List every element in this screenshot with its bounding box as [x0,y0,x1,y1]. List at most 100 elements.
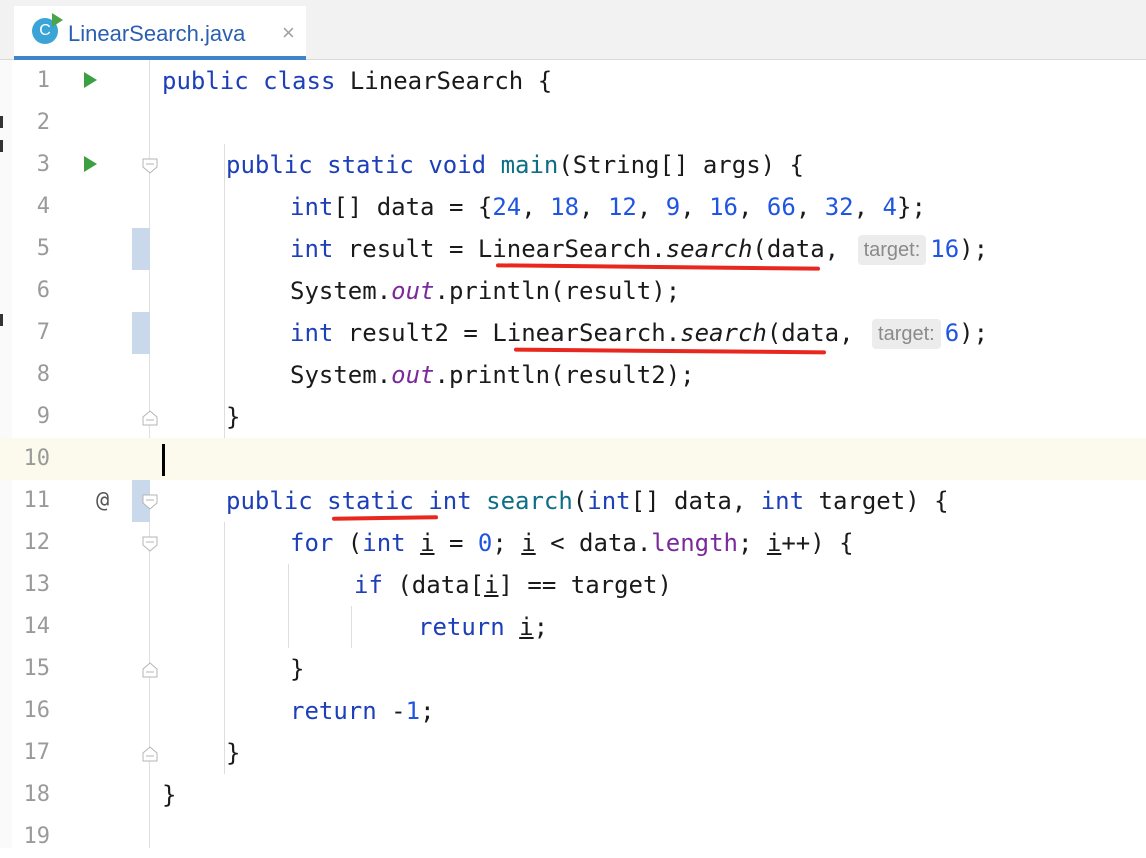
code-text: (data, [752,235,840,263]
edge-marker [0,140,3,152]
code-line-7[interactable]: int result2 = LinearSearch.search(data, … [290,312,988,354]
current-line-highlight [0,438,1146,480]
code-line-11[interactable]: public static int search(int[] data, int… [226,480,949,522]
code-text: }; [897,193,926,221]
code-text: ( [572,487,588,515]
method-name: main [500,151,559,179]
keyword: public [226,151,313,179]
line-number: 7 [36,320,50,345]
runnable-badge-icon [52,13,63,27]
indent-guide [224,522,225,774]
line-number: 5 [36,236,50,261]
keyword: int [290,235,334,263]
line-number: 11 [23,488,51,513]
code-text: result = [333,235,478,263]
code-text: { [523,67,553,95]
code-text: } [162,781,177,809]
class-reference: LinearSearch. [477,235,666,263]
code-line-15[interactable]: } [290,648,304,690]
code-line-1[interactable]: public class LinearSearch { [162,60,552,102]
loop-variable: i [484,571,499,599]
code-line-6[interactable]: System.out.println(result); [290,270,680,312]
code-line-13[interactable]: if (data[i] == target) [354,564,672,606]
run-main-icon[interactable] [84,156,97,172]
vcs-change-marker[interactable] [132,228,150,270]
number-literal: 16 [709,193,739,221]
code-text: [] data, [630,487,761,515]
indent-guide [288,564,289,648]
code-text: ( [333,529,363,557]
code-line-9[interactable]: } [226,396,240,438]
number-literal: 66 [766,193,796,221]
code-text: (data, [766,319,854,347]
code-text: } [226,739,241,767]
code-text: < data. [535,529,652,557]
code-text: .println(result); [434,277,681,305]
vcs-change-marker[interactable] [132,312,150,354]
fold-collapse-icon[interactable] [142,494,158,510]
keyword: void [428,151,487,179]
fold-end-icon[interactable] [142,746,158,762]
line-number: 13 [23,572,51,597]
usages-at-icon[interactable]: @ [96,480,109,522]
code-line-14[interactable]: return i; [418,606,548,648]
code-text: result2 = [333,319,493,347]
run-class-icon[interactable] [84,72,97,88]
code-line-17[interactable]: } [226,732,240,774]
number-literal: 16 [930,235,960,263]
number-literal: 1 [405,697,421,725]
code-text: ++) { [781,529,854,557]
keyword: int [290,319,334,347]
indent-guide [351,606,352,648]
class-icon-letter: C [39,22,51,39]
line-number: 4 [36,194,50,219]
code-line-8[interactable]: System.out.println(result2); [290,354,695,396]
code-text: .println(result2); [434,361,695,389]
text-caret [162,444,165,476]
class-reference: LinearSearch. [492,319,681,347]
keyword: int [428,487,472,515]
tab-linearsearch-java[interactable]: C LinearSearch.java × [14,6,306,60]
line-number: 2 [36,110,50,135]
number-literal: 12 [607,193,637,221]
code-text: ; [738,529,767,557]
code-line-12[interactable]: for (int i = 0; i < data.length; i++) { [290,522,854,564]
close-tab-icon[interactable]: × [282,20,295,46]
code-text: ); [959,319,989,347]
fold-collapse-icon[interactable] [142,536,158,552]
line-number: 9 [36,404,50,429]
keyword: static [327,151,414,179]
code-text: } [226,403,241,431]
code-line-16[interactable]: return -1; [290,690,435,732]
code-editor[interactable]: 1 2 3 4 5 6 7 8 9 10 11 12 13 14 15 16 1… [0,60,1146,849]
code-line-4[interactable]: int[] data = {24, 18, 12, 9, 16, 66, 32,… [290,186,926,228]
number-literal: 32 [824,193,854,221]
number-literal: 9 [665,193,681,221]
line-number: 19 [23,824,51,849]
fold-collapse-icon[interactable] [142,158,158,174]
line-number: 18 [23,782,51,807]
loop-variable: i [519,613,534,641]
code-line-18[interactable]: } [162,774,176,816]
loop-variable: i [420,529,435,557]
loop-variable: i [766,529,782,557]
indent-guide [224,144,225,438]
line-number: 8 [36,362,50,387]
fold-end-icon[interactable] [142,410,158,426]
code-text: ; [533,613,549,641]
keyword: int [290,193,334,221]
line-number: 6 [36,278,50,303]
fold-end-icon[interactable] [142,662,158,678]
code-text: } [290,655,305,683]
edge-marker [0,116,3,128]
static-method-call: search [665,235,753,263]
keyword: return [290,697,377,725]
code-text: [] data = { [333,193,493,221]
code-line-3[interactable]: public static void main(String[] args) { [226,144,804,186]
class-name: LinearSearch [349,67,524,95]
editor-tab-bar: C LinearSearch.java × [0,0,1146,60]
line-number: 15 [23,656,51,681]
code-line-5[interactable]: int result = LinearSearch.search(data, t… [290,228,988,270]
number-literal: 6 [944,319,960,347]
line-number: 3 [36,152,50,177]
